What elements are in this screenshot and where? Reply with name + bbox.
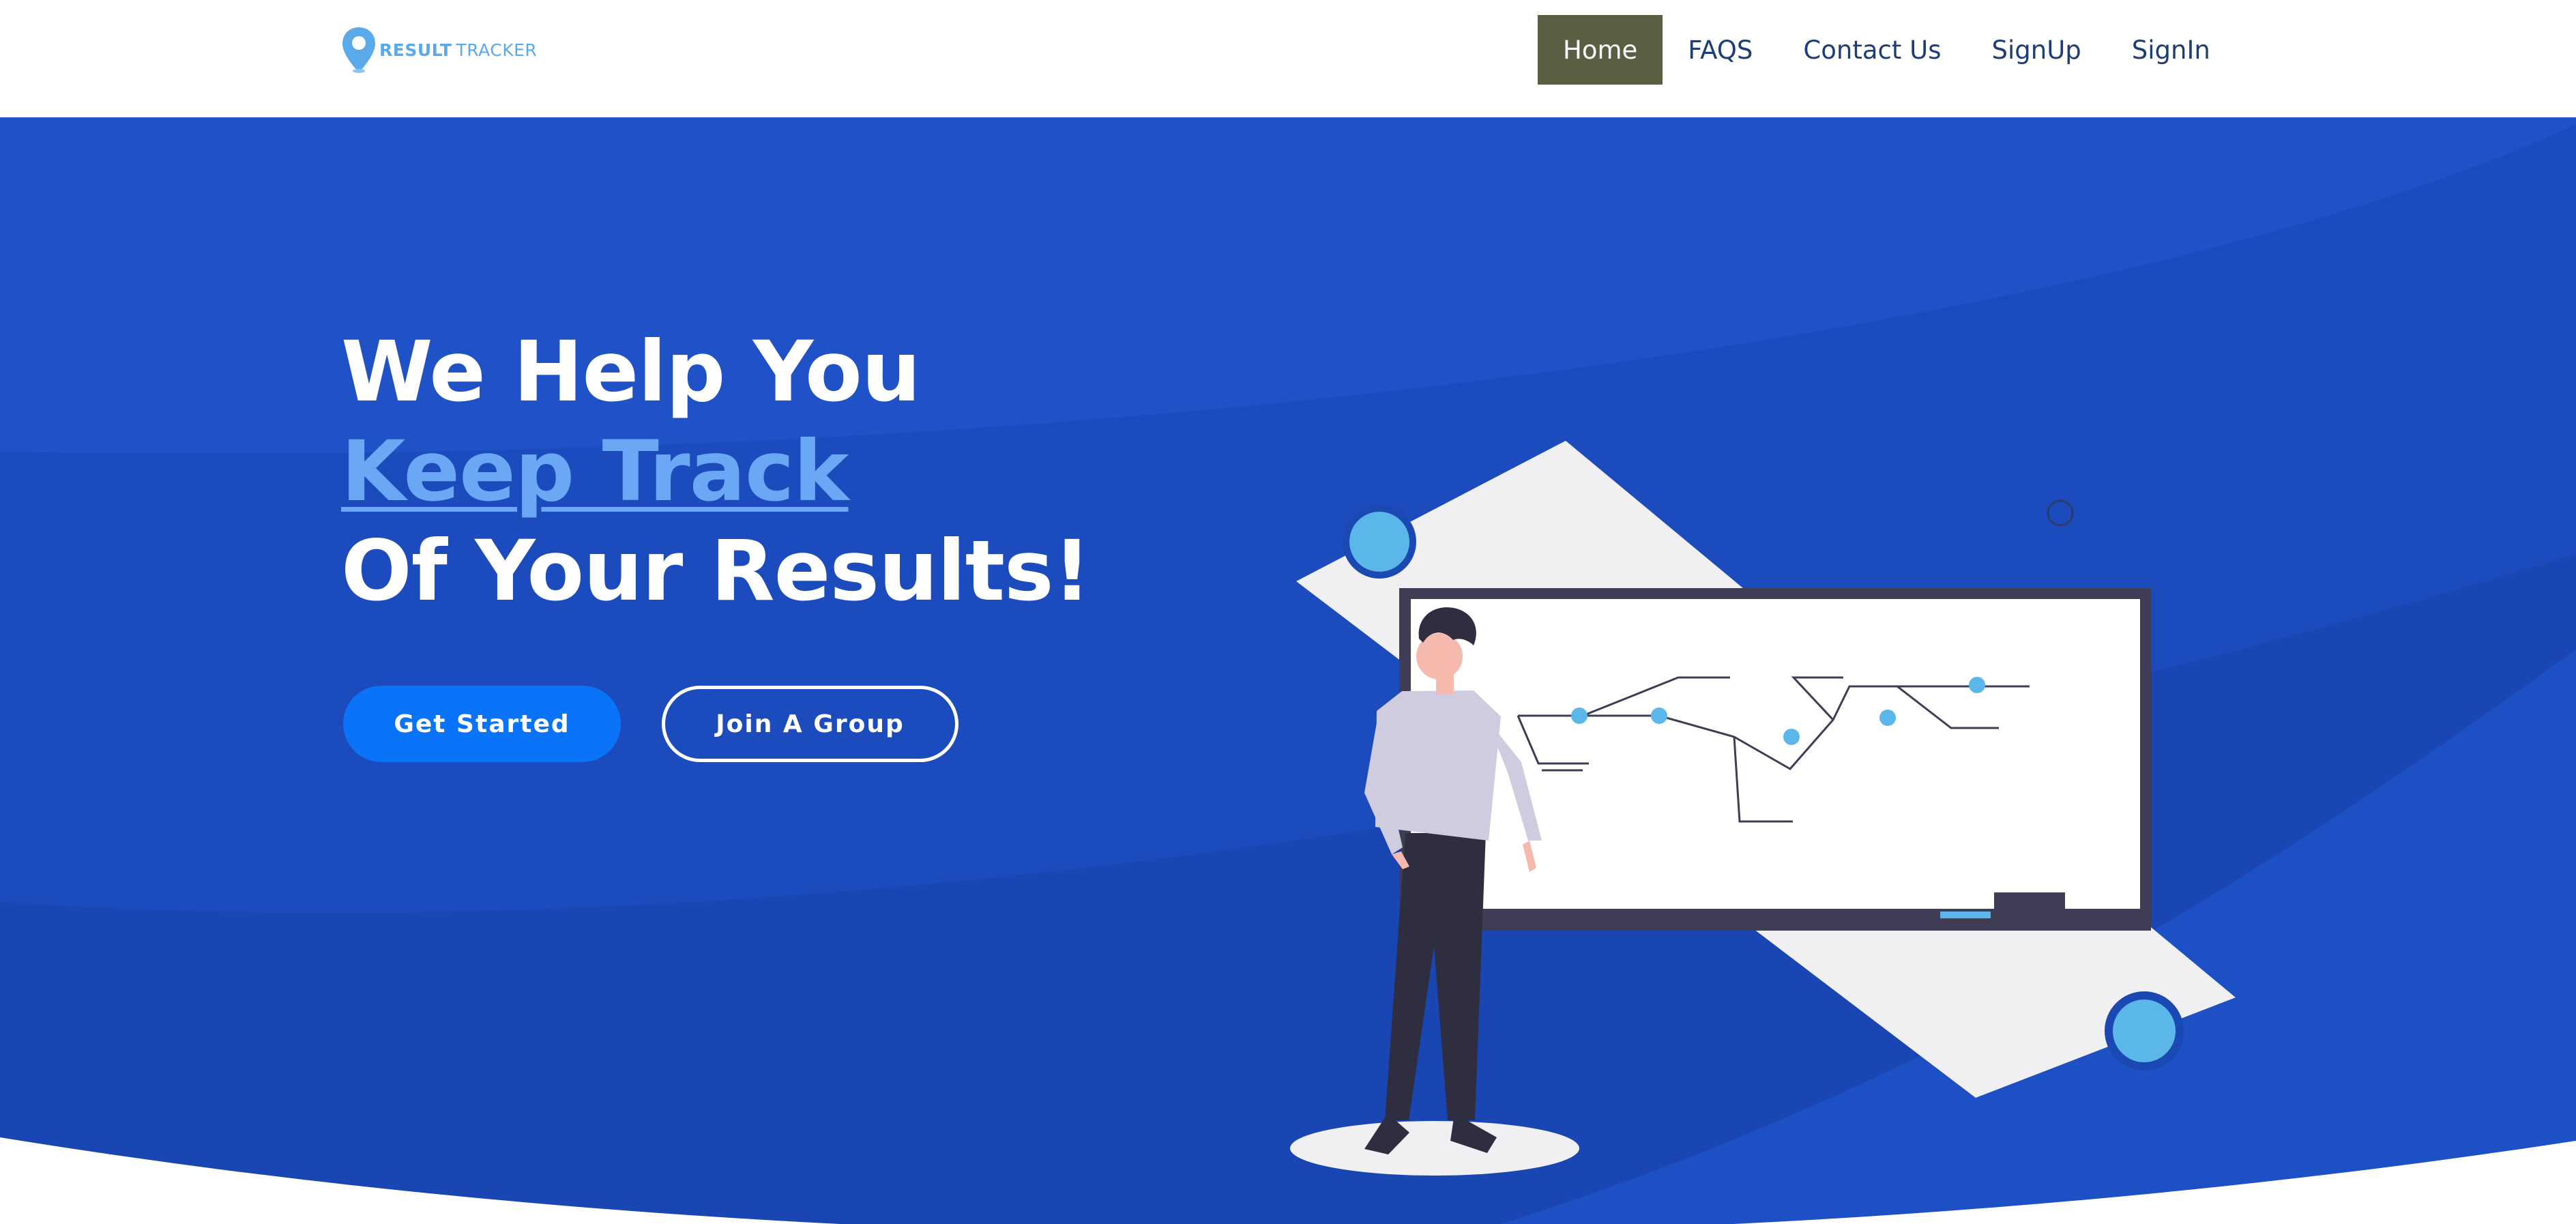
headline-accent-line: Keep Track [341,423,849,520]
main-nav: Home FAQS Contact Us SignUp SignIn [1538,15,2236,85]
decor-small-ring [2047,499,2074,527]
headline-line-1: We Help You [341,323,921,420]
nav-signin[interactable]: SignIn [2107,15,2236,85]
decor-circle-bottom [2113,1000,2176,1062]
nav-signup[interactable]: SignUp [1967,15,2107,85]
join-group-button[interactable]: Join A Group [662,686,958,762]
nav-faqs[interactable]: FAQS [1663,15,1778,85]
presenter-illustration [1290,441,2236,1176]
nav-contact-us[interactable]: Contact Us [1778,15,1966,85]
decor-circle-top [1349,512,1409,572]
whiteboard-surface [1411,599,2140,909]
headline-line-3: Of Your Results! [341,523,1091,620]
get-started-button[interactable]: Get Started [343,686,621,762]
nav-home[interactable]: Home [1538,15,1663,85]
marker [1940,912,1991,918]
navbar: RESULT TRACKER Home FAQS Contact Us SignU… [0,0,2576,117]
hero-section: We Help You Keep Track Of Your Results! … [0,117,2576,1224]
brand-name: RESULT TRACKER [379,40,538,60]
hero-headline: We Help You Keep Track Of Your Results! [341,322,1091,621]
location-pin-icon [342,27,375,73]
eraser [1994,892,2065,909]
brand-logo[interactable]: RESULT TRACKER [341,26,537,74]
